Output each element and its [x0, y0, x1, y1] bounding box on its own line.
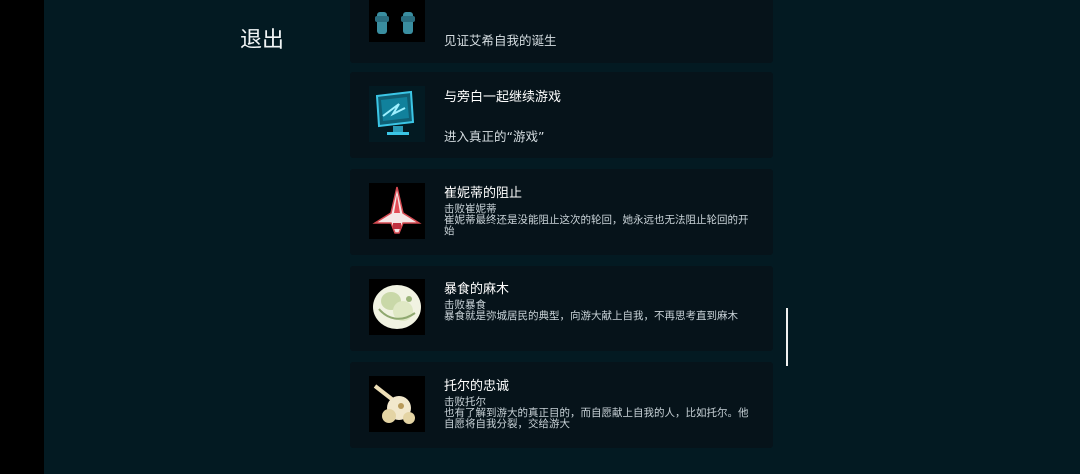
- exit-button[interactable]: 退出: [240, 22, 284, 54]
- spaceship-icon: [372, 186, 422, 234]
- achievement-title: 暴食的麻木: [444, 282, 510, 297]
- achievement-thumbnail: [369, 376, 425, 432]
- achievement-subtitle: 见证艾希自我的诞生: [444, 33, 557, 48]
- achievement-card[interactable]: 暴食的麻木 击败暴食 暴食就是弥城居民的典型，向游大献上自我，不再思考直到麻木: [350, 266, 773, 351]
- achievement-title: 崔妮蒂的阻止: [444, 186, 523, 201]
- achievement-detail: 崔妮蒂最终还是没能阻止这次的轮回，她永远也无法阻止轮回的开始: [444, 214, 749, 237]
- thor-creature-icon: [373, 384, 415, 424]
- achievement-thumbnail: [369, 279, 425, 335]
- achievement-detail: 暴食就是弥城居民的典型，向游大献上自我，不再思考直到麻木: [444, 310, 738, 322]
- achievement-card[interactable]: 崔妮蒂的阻止 击败崔妮蒂 崔妮蒂最终还是没能阻止这次的轮回，她永远也无法阻止轮回…: [350, 169, 773, 255]
- achievement-title: 托尔的忠诚: [444, 379, 510, 394]
- achievement-thumbnail: [369, 86, 425, 142]
- achievement-card[interactable]: 见证艾希自我的诞生: [350, 0, 773, 63]
- left-black-bar: [0, 0, 44, 474]
- achievement-title: 与旁白一起继续游戏: [444, 90, 562, 105]
- achievement-thumbnail: [369, 0, 425, 42]
- achievement-card[interactable]: 托尔的忠诚 击败托尔 也有了解到游大的真正目的，而自愿献上自我的人，比如托尔。他…: [350, 362, 773, 448]
- computer-monitor-icon: [369, 86, 425, 142]
- achievement-subtitle: 进入真正的“游戏”: [444, 129, 545, 144]
- achievement-detail: 也有了解到游大的真正目的，而自愿献上自我的人，比如托尔。他自愿将自我分裂，交给游…: [444, 407, 749, 430]
- gluttony-blob-icon: [373, 285, 421, 329]
- scrollbar[interactable]: [786, 308, 788, 366]
- achievement-list[interactable]: 见证艾希自我的诞生 与旁白一起继续游戏 进入真正的“游戏” 崔妮蒂的阻止 击败崔…: [350, 0, 773, 474]
- achievement-thumbnail: [369, 183, 425, 239]
- achievement-card[interactable]: 与旁白一起继续游戏 进入真正的“游戏”: [350, 72, 773, 158]
- twin-figures-icon: [375, 12, 415, 34]
